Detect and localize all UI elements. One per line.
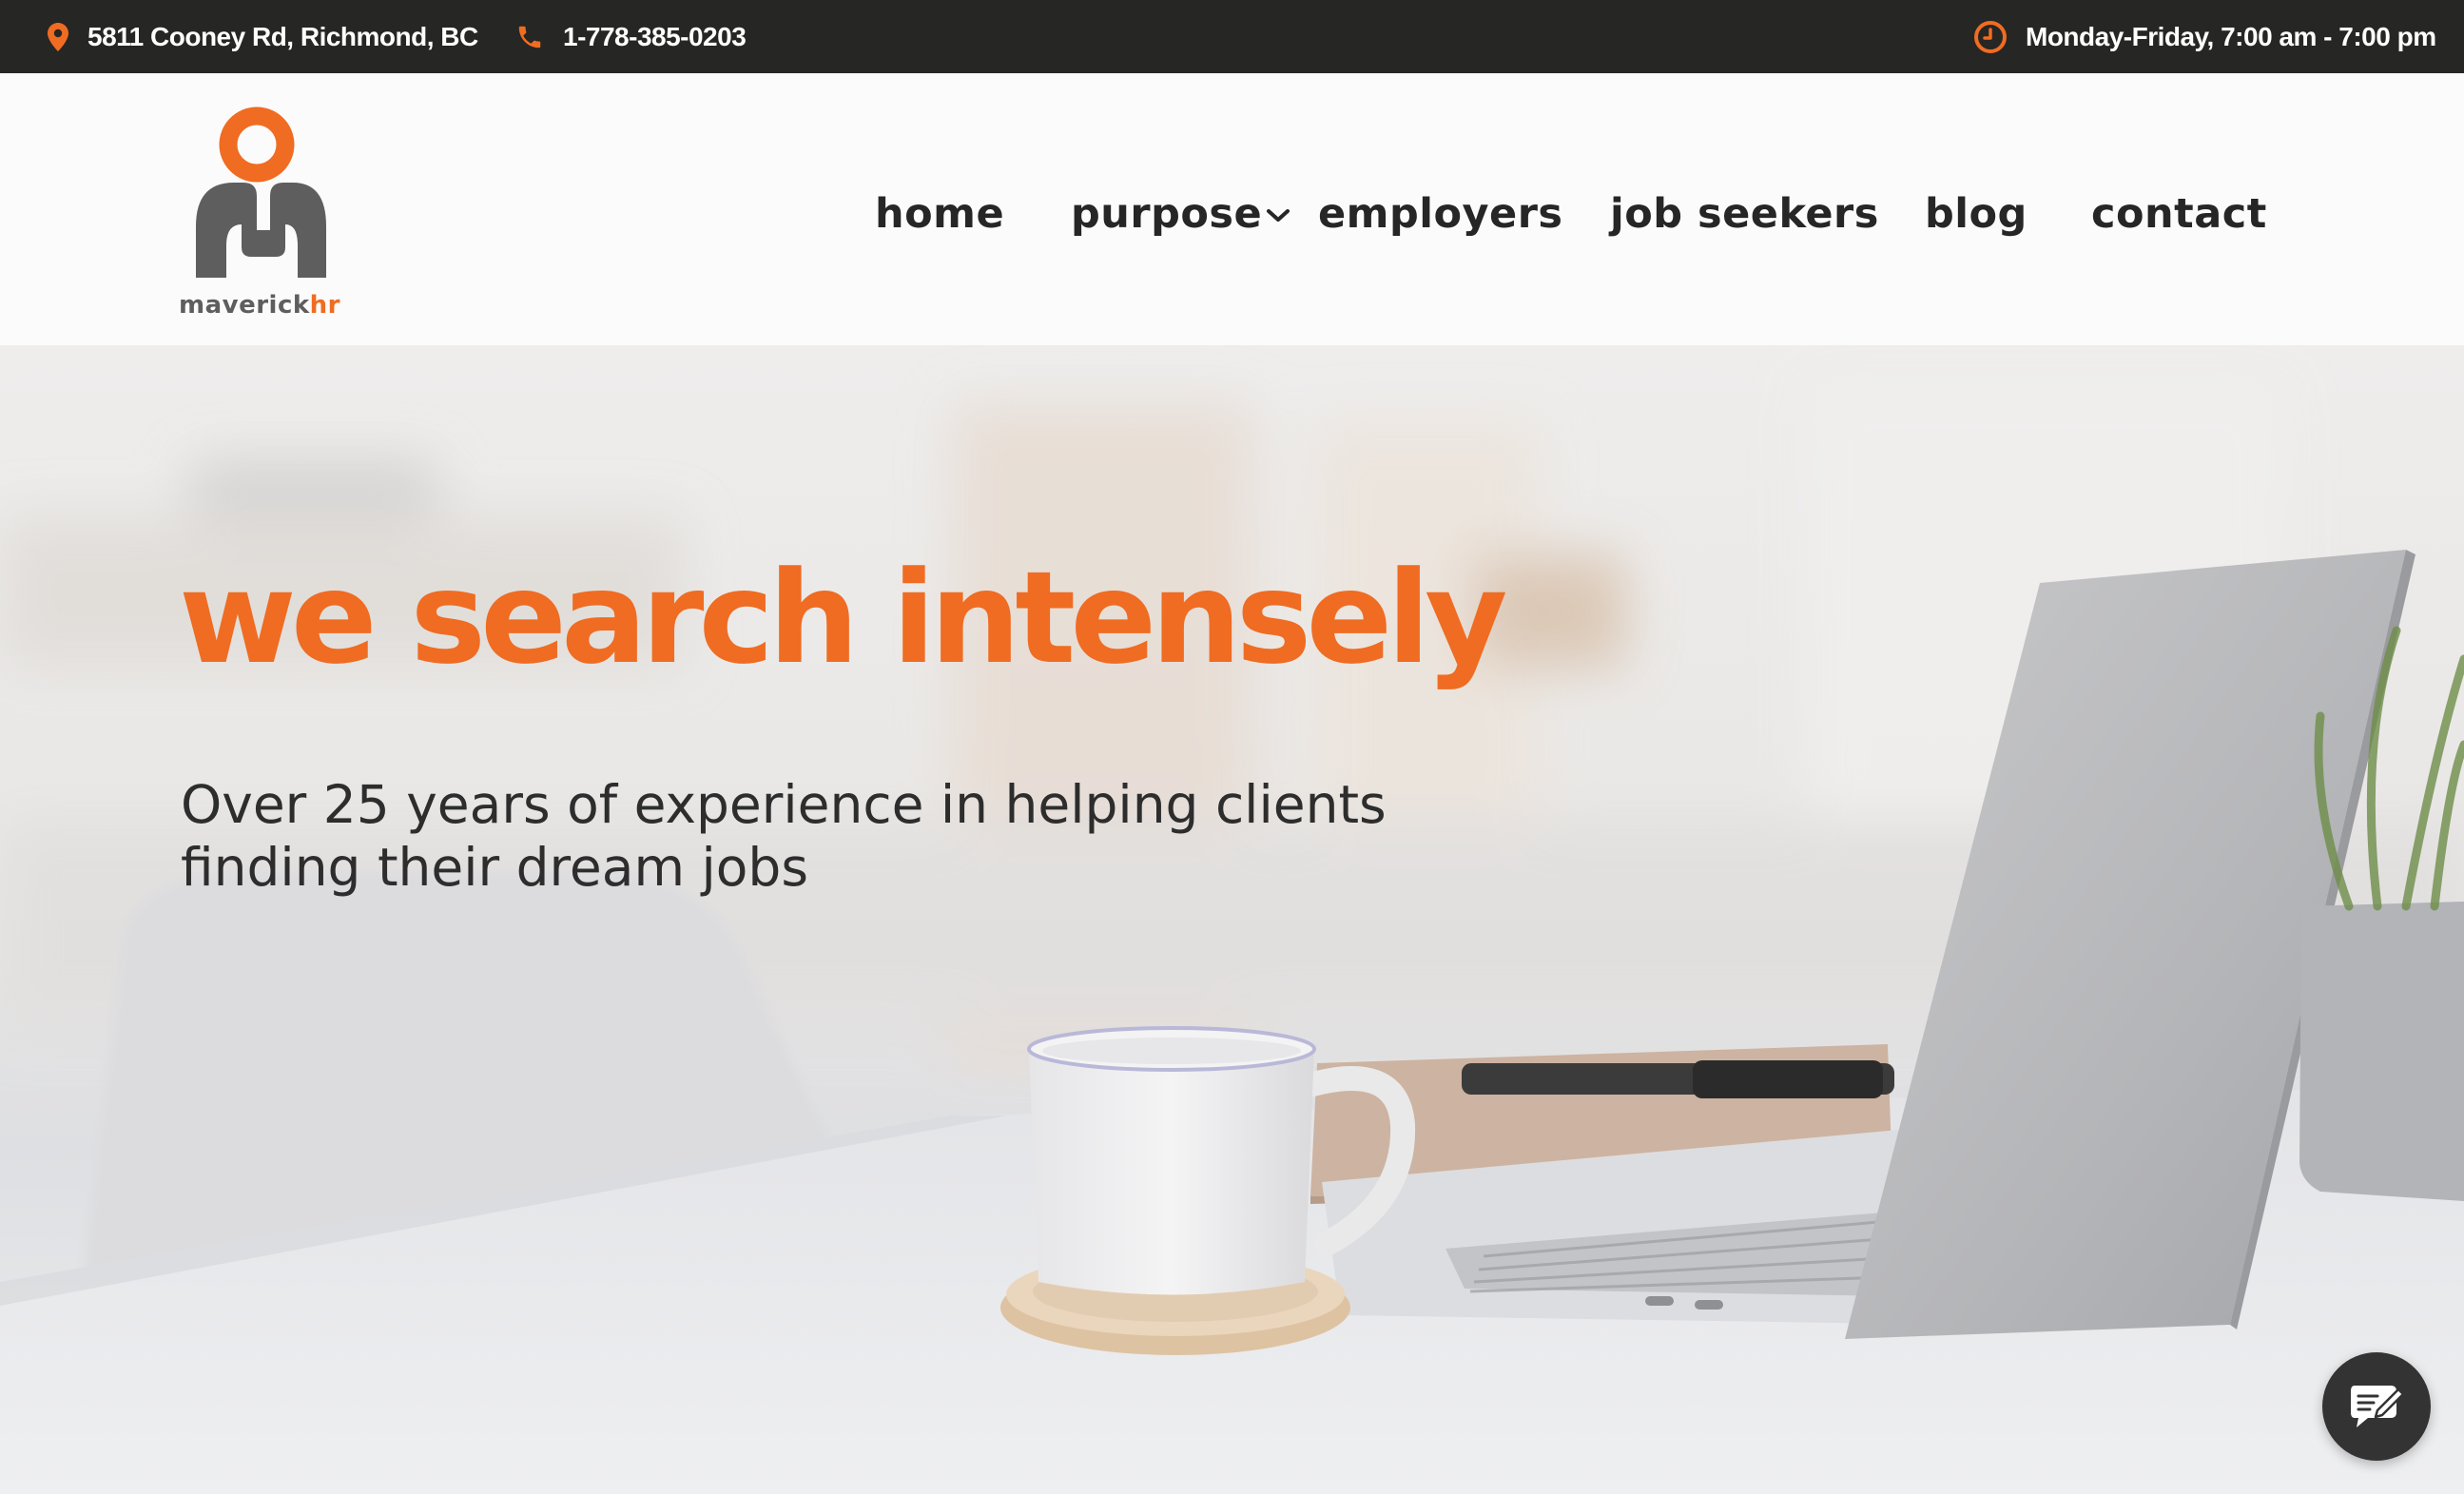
hero-title: we search intensely <box>179 544 1508 692</box>
top-info-bar: 5811 Cooney Rd, Richmond, BC 1-778-385-0… <box>0 0 2464 73</box>
main-nav: home purpose employers job seekers blog … <box>0 181 2464 247</box>
nav-job-seekers-label: job seekers <box>1610 190 1879 238</box>
nav-purpose[interactable]: purpose <box>1071 181 1290 247</box>
hero-banner: we search intensely Over 25 years of exp… <box>0 345 2464 1494</box>
hours-text: Monday-Friday, 7:00 am - 7:00 pm <box>2026 21 2436 51</box>
address-text: 5811 Cooney Rd, Richmond, BC <box>87 21 478 51</box>
chat-button[interactable] <box>2322 1352 2431 1461</box>
clock-icon <box>1974 20 2007 53</box>
phone-text: 1-778-385-0203 <box>563 21 747 51</box>
nav-employers-label: employers <box>1318 190 1563 238</box>
nav-contact-label: contact <box>2091 190 2267 238</box>
hero-background-image <box>0 383 2464 1494</box>
nav-contact[interactable]: contact <box>2091 181 2267 247</box>
logo-wordmark: maverickhr <box>179 291 340 320</box>
compose-message-icon <box>2351 1386 2404 1427</box>
nav-employers[interactable]: employers <box>1318 181 1563 247</box>
nav-blog[interactable]: blog <box>1925 181 2027 247</box>
nav-purpose-label: purpose <box>1071 190 1263 238</box>
address-info[interactable]: 5811 Cooney Rd, Richmond, BC <box>48 0 478 73</box>
logo-word-main: maverick <box>179 291 310 320</box>
nav-blog-label: blog <box>1925 190 2027 238</box>
phone-icon <box>518 26 541 48</box>
nav-job-seekers[interactable]: job seekers <box>1610 181 1879 247</box>
map-pin-icon <box>48 22 68 51</box>
hours-info: Monday-Friday, 7:00 am - 7:00 pm <box>1974 0 2436 73</box>
nav-home-label: home <box>875 190 1005 238</box>
logo-word-accent: hr <box>309 291 340 320</box>
hero-subtitle: Over 25 years of experience in helping c… <box>181 774 1387 898</box>
nav-home[interactable]: home <box>875 181 1004 247</box>
chevron-down-icon <box>1267 209 1290 222</box>
phone-info[interactable]: 1-778-385-0203 <box>515 0 747 73</box>
